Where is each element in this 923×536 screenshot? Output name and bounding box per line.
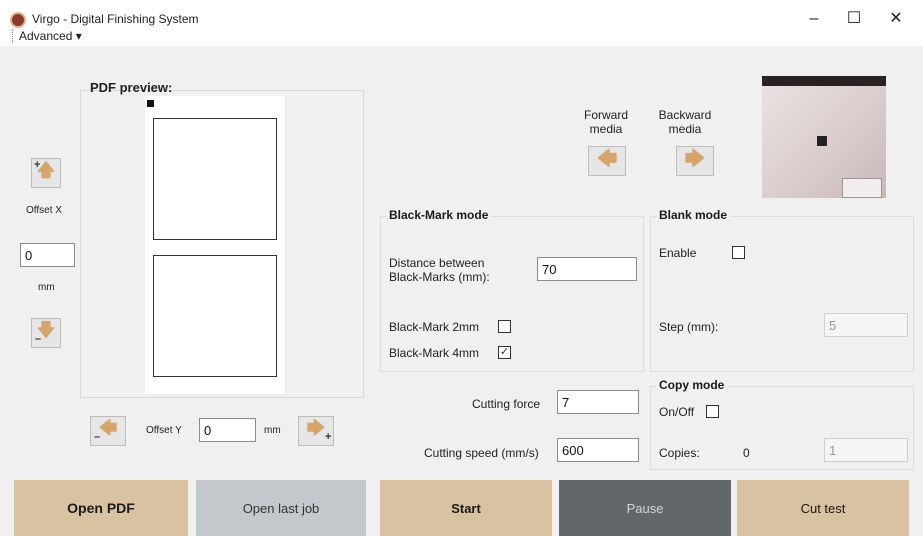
plus-icon: + [325, 431, 332, 443]
blank-mode-title: Blank mode [656, 208, 731, 222]
mark-4mm-label: Black-Mark 4mm [389, 346, 480, 360]
cutting-force-input[interactable] [557, 390, 639, 414]
right-arrow-icon: 🡆 [306, 418, 326, 438]
copy-onoff-checkbox[interactable] [706, 405, 719, 418]
copy-mode-title: Copy mode [656, 378, 728, 392]
forward-media-label: Forward media [583, 108, 628, 136]
offset-y-label: Offset Y [146, 425, 182, 436]
pause-button[interactable]: Pause [559, 480, 731, 536]
minus-icon: – [35, 333, 42, 345]
copies-input[interactable] [824, 438, 908, 462]
mark-2mm-label: Black-Mark 2mm [389, 320, 480, 334]
offset-x-label: Offset X [26, 205, 62, 216]
distance-label: Distance between Black-Marks (mm): [389, 256, 490, 284]
cutting-speed-label: Cutting speed (mm/s) [424, 446, 539, 460]
camera-preview [762, 76, 886, 198]
mark-4mm-checkbox[interactable]: ✓ [498, 346, 511, 359]
start-button[interactable]: Start [380, 480, 552, 536]
open-pdf-button[interactable]: Open PDF [14, 480, 188, 536]
plus-icon: + [34, 159, 41, 171]
offset-y-left-button[interactable]: – 🡄 [90, 416, 126, 446]
pdf-label-2 [153, 255, 277, 377]
black-mark-title: Black-Mark mode [386, 208, 492, 222]
title-bar: Virgo - Digital Finishing System Advance… [0, 0, 923, 46]
offset-x-down-button[interactable]: – 🡇 [31, 318, 61, 348]
maximize-button[interactable]: ☐ [834, 8, 874, 32]
open-last-job-button[interactable]: Open last job [196, 480, 366, 536]
copies-label: Copies: [659, 446, 700, 460]
backward-media-label: Backward media [658, 108, 712, 136]
close-button[interactable]: ✕ [876, 8, 916, 32]
offset-x-unit: mm [38, 282, 55, 293]
minus-icon: – [94, 431, 101, 443]
offset-y-unit: mm [264, 425, 281, 436]
window-title: Virgo - Digital Finishing System [32, 12, 199, 26]
step-input[interactable] [824, 313, 908, 337]
distance-input[interactable] [537, 257, 637, 281]
pdf-page [145, 96, 285, 394]
forward-media-button[interactable]: 🡄 [588, 146, 626, 176]
offset-x-input[interactable] [20, 243, 75, 267]
offset-y-right-button[interactable]: + 🡆 [298, 416, 334, 446]
copies-count: 0 [743, 446, 750, 460]
cut-test-button[interactable]: Cut test [737, 480, 909, 536]
camera-black-mark [817, 136, 827, 146]
step-label: Step (mm): [659, 320, 719, 334]
menu-advanced[interactable]: Advanced ▾ [12, 29, 82, 43]
cutting-speed-input[interactable] [557, 438, 639, 462]
enable-label: Enable [659, 246, 697, 260]
minimize-button[interactable]: – [794, 8, 834, 32]
app-logo-icon [10, 12, 26, 28]
right-arrow-icon: 🡆 [684, 148, 706, 170]
backward-media-button[interactable]: 🡆 [676, 146, 714, 176]
pdf-label-1 [153, 118, 277, 240]
copy-onoff-label: On/Off [659, 405, 695, 419]
pdf-preview-title: PDF preview: [90, 80, 173, 95]
camera-label-sticker [842, 178, 882, 198]
black-mark-square [147, 100, 154, 107]
mark-2mm-checkbox[interactable] [498, 320, 511, 333]
enable-checkbox[interactable] [732, 246, 745, 259]
offset-y-input[interactable] [199, 418, 256, 442]
left-arrow-icon: 🡄 [98, 418, 118, 438]
cutting-force-label: Cutting force [472, 397, 541, 411]
blank-mode-group [650, 216, 914, 372]
offset-x-up-button[interactable]: + 🡅 [31, 158, 61, 188]
left-arrow-icon: 🡄 [596, 148, 618, 170]
